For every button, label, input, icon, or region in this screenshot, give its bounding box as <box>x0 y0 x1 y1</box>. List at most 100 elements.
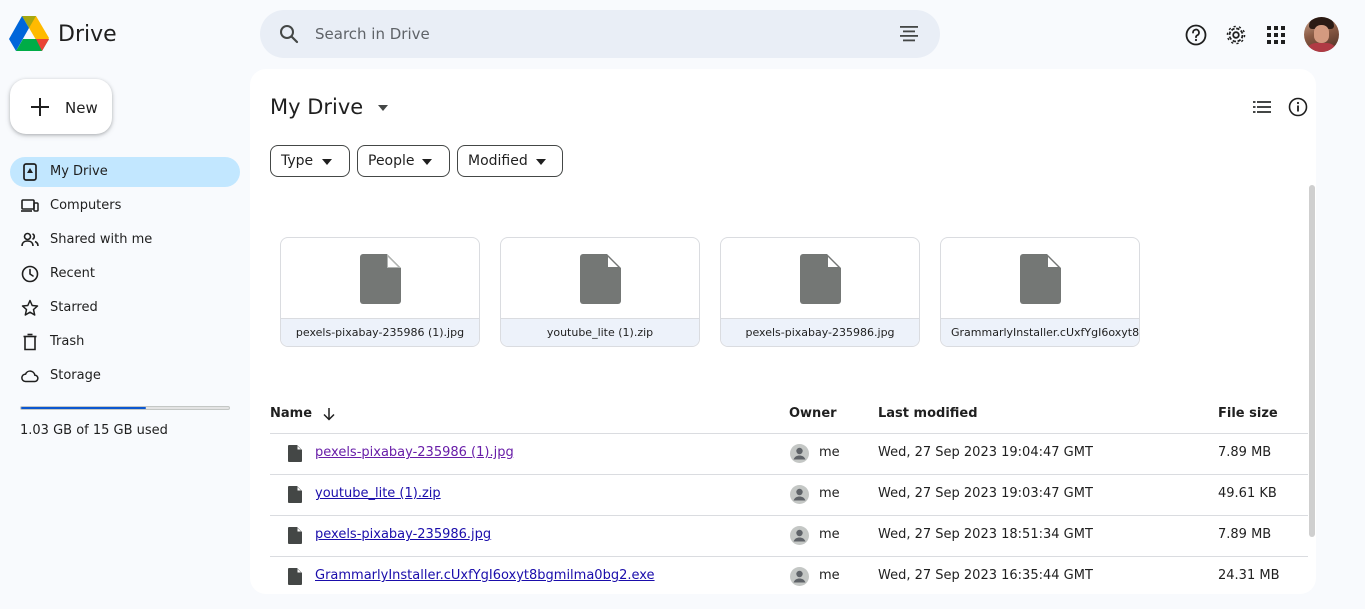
sidebar-item-computers[interactable]: Computers <box>10 191 240 221</box>
storage-progress-bar[interactable] <box>20 406 230 410</box>
drive-logo[interactable]: Drive <box>9 16 117 52</box>
suggested-file-name: youtube_lite (1).zip <box>501 318 699 346</box>
file-icon <box>580 254 621 304</box>
column-header-size[interactable]: File size <box>1218 406 1278 421</box>
tune-icon[interactable] <box>899 25 919 43</box>
caret-down-icon <box>322 159 332 165</box>
scrollbar[interactable] <box>1309 185 1315 537</box>
file-size: 7.89 MB <box>1218 445 1272 460</box>
table-row[interactable]: pexels-pixabay-235986.jpg me Wed, 27 Sep… <box>270 515 1308 556</box>
table-row[interactable]: pexels-pixabay-235986 (1).jpg me Wed, 27… <box>270 433 1308 474</box>
star-icon <box>21 299 39 316</box>
filter-chip-label: People <box>368 153 415 169</box>
suggested-file-card[interactable]: pexels-pixabay-235986 (1).jpg <box>280 237 480 347</box>
avatar-shirt <box>1306 43 1337 52</box>
sidebar-item-shared[interactable]: Shared with me <box>10 225 240 255</box>
apps-grid-icon[interactable] <box>1265 24 1287 46</box>
suggested-file-name: GrammarlyInstaller.cUxfYgI6oxyt8bgmilma0… <box>941 318 1139 346</box>
sidebar-item-storage[interactable]: Storage <box>10 361 240 391</box>
sidebar-item-label: Trash <box>50 334 85 349</box>
file-name-link[interactable]: GrammarlyInstaller.cUxfYgI6oxyt8bgmilma0… <box>315 568 655 583</box>
caret-down-icon <box>422 159 432 165</box>
caret-down-icon <box>536 159 546 165</box>
file-icon <box>288 445 302 462</box>
sidebar-nav: My Drive Computers Shared with me Recent… <box>10 157 240 395</box>
sidebar-item-my-drive[interactable]: My Drive <box>10 157 240 187</box>
plus-icon <box>31 98 49 116</box>
storage-progress-fill <box>21 407 146 409</box>
main-panel: My Drive Type People Modified pexels-pix… <box>250 69 1316 594</box>
my-drive-icon <box>23 163 37 181</box>
table-row[interactable]: GrammarlyInstaller.cUxfYgI6oxyt8bgmilma0… <box>270 556 1308 594</box>
owner-text: me <box>819 527 840 542</box>
file-name-link[interactable]: pexels-pixabay-235986.jpg <box>315 527 491 542</box>
sidebar-item-label: Shared with me <box>50 232 153 247</box>
table-row[interactable]: youtube_lite (1).zip me Wed, 27 Sep 2023… <box>270 474 1308 515</box>
sidebar-item-label: Computers <box>50 198 122 213</box>
sidebar-item-trash[interactable]: Trash <box>10 327 240 357</box>
page-title[interactable]: My Drive <box>270 95 363 119</box>
modified-date: Wed, 27 Sep 2023 19:04:47 GMT <box>878 445 1093 460</box>
filter-people-chip[interactable]: People <box>357 145 450 177</box>
suggested-file-name: pexels-pixabay-235986.jpg <box>721 318 919 346</box>
owner-text: me <box>819 445 840 460</box>
file-icon <box>288 486 302 503</box>
list-view-icon[interactable] <box>1253 99 1271 115</box>
owner-avatar-icon <box>790 567 809 586</box>
file-icon <box>288 568 302 585</box>
owner-text: me <box>819 568 840 583</box>
suggested-file-card[interactable]: pexels-pixabay-235986.jpg <box>720 237 920 347</box>
sort-arrow-down-icon[interactable] <box>322 407 336 421</box>
computers-icon <box>21 199 39 212</box>
app-name: Drive <box>58 21 117 47</box>
sidebar-item-recent[interactable]: Recent <box>10 259 240 289</box>
column-header-modified[interactable]: Last modified <box>878 406 978 421</box>
owner-avatar-icon <box>790 485 809 504</box>
modified-date: Wed, 27 Sep 2023 16:35:44 GMT <box>878 568 1093 583</box>
filter-modified-chip[interactable]: Modified <box>457 145 563 177</box>
file-icon <box>1020 254 1061 304</box>
modified-date: Wed, 27 Sep 2023 19:03:47 GMT <box>878 486 1093 501</box>
sidebar-item-label: My Drive <box>50 164 108 179</box>
owner-text: me <box>819 486 840 501</box>
file-size: 24.31 MB <box>1218 568 1280 583</box>
clock-icon <box>21 265 39 283</box>
filter-chip-label: Modified <box>468 153 528 169</box>
suggested-file-card[interactable]: GrammarlyInstaller.cUxfYgI6oxyt8bgmilma0… <box>940 237 1140 347</box>
sidebar-item-label: Starred <box>50 300 98 315</box>
suggested-file-name: pexels-pixabay-235986 (1).jpg <box>281 318 479 346</box>
new-button-label: New <box>65 99 98 117</box>
file-icon <box>360 254 401 304</box>
new-button[interactable]: New <box>10 79 112 134</box>
caret-down-icon[interactable] <box>377 104 389 112</box>
file-size: 7.89 MB <box>1218 527 1272 542</box>
help-icon[interactable] <box>1185 24 1207 46</box>
owner-avatar-icon <box>790 444 809 463</box>
sidebar-item-label: Storage <box>50 368 101 383</box>
filter-type-chip[interactable]: Type <box>270 145 350 177</box>
file-name-link[interactable]: pexels-pixabay-235986 (1).jpg <box>315 445 514 460</box>
drive-logo-icon <box>9 16 49 51</box>
info-icon[interactable] <box>1288 97 1308 117</box>
file-icon <box>288 527 302 544</box>
sidebar-item-label: Recent <box>50 266 95 281</box>
cloud-icon <box>21 370 39 383</box>
sidebar-item-starred[interactable]: Starred <box>10 293 240 323</box>
search-icon[interactable] <box>279 24 299 44</box>
column-header-name[interactable]: Name <box>270 406 312 421</box>
trash-icon <box>23 333 37 351</box>
filter-chip-label: Type <box>281 153 314 169</box>
shared-icon <box>21 232 39 247</box>
modified-date: Wed, 27 Sep 2023 18:51:34 GMT <box>878 527 1093 542</box>
owner-avatar-icon <box>790 526 809 545</box>
search-input[interactable]: Search in Drive <box>315 25 430 43</box>
file-name-link[interactable]: youtube_lite (1).zip <box>315 486 441 501</box>
suggested-file-card[interactable]: youtube_lite (1).zip <box>500 237 700 347</box>
avatar[interactable] <box>1304 17 1339 52</box>
search-bar[interactable]: Search in Drive <box>260 10 940 58</box>
storage-used-text: 1.03 GB of 15 GB used <box>20 423 168 438</box>
avatar-face <box>1314 25 1329 43</box>
column-header-owner[interactable]: Owner <box>789 406 837 421</box>
settings-icon[interactable] <box>1225 24 1247 46</box>
file-icon <box>800 254 841 304</box>
